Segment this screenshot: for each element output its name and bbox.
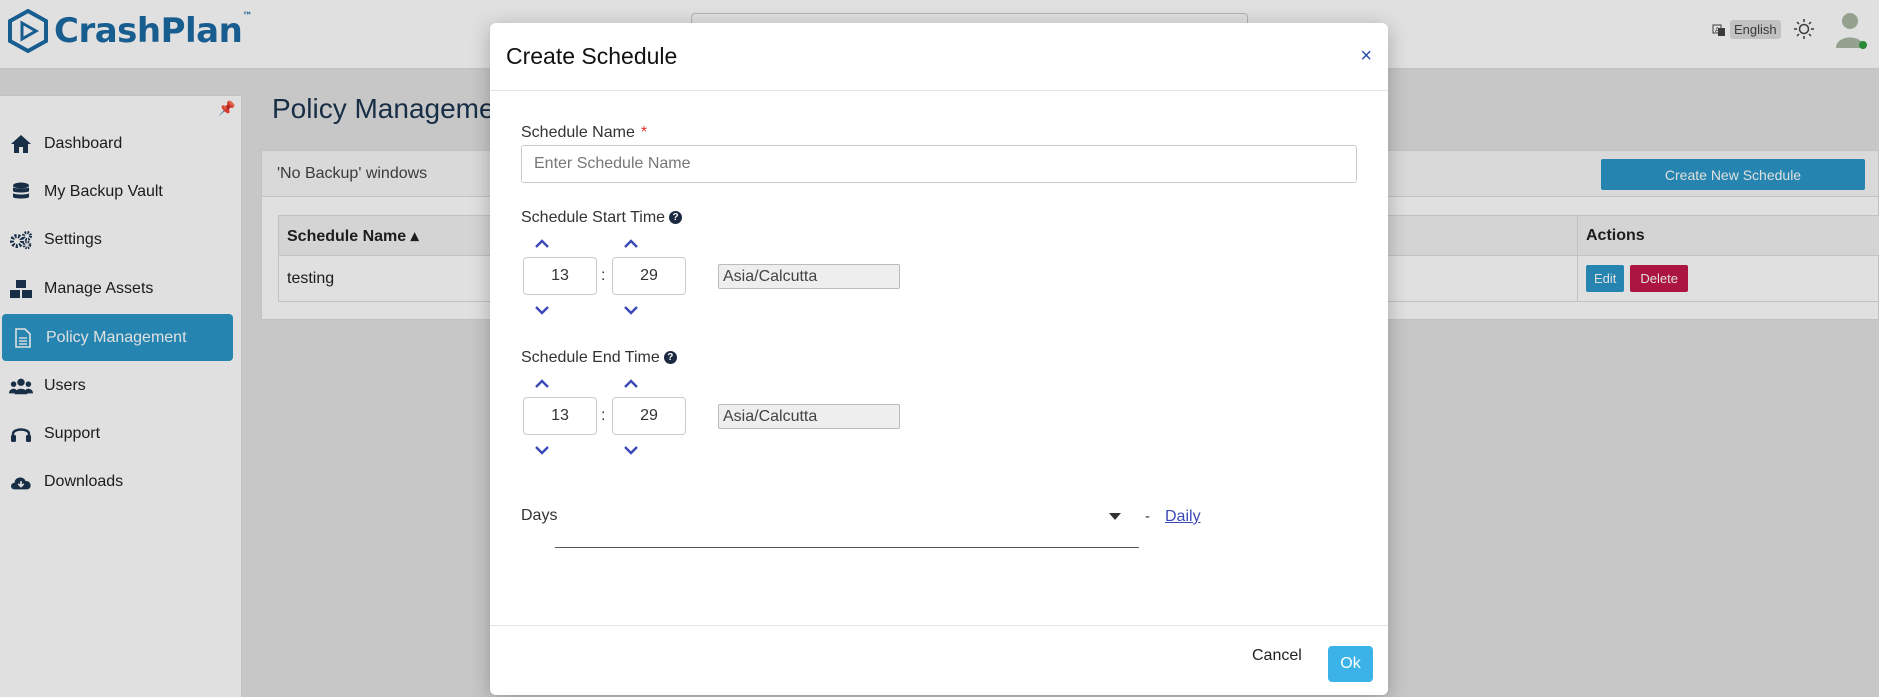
start-hour-down-chevron-icon[interactable]: [532, 303, 552, 317]
end-minute-down-chevron-icon[interactable]: [621, 443, 641, 457]
close-icon[interactable]: ×: [1360, 45, 1372, 68]
days-select-label[interactable]: Days: [521, 507, 557, 525]
help-icon[interactable]: ?: [663, 351, 677, 365]
end-timezone-field: Asia/Calcutta: [718, 404, 900, 429]
schedule-name-input[interactable]: [521, 145, 1357, 183]
end-minute-input[interactable]: 29: [612, 397, 686, 435]
start-minute-down-chevron-icon[interactable]: [621, 303, 641, 317]
start-minute-up-chevron-icon[interactable]: [621, 237, 641, 251]
days-select-underline: [555, 547, 1139, 548]
ok-button[interactable]: Ok: [1328, 646, 1373, 682]
daily-link[interactable]: Daily: [1165, 508, 1201, 526]
end-hour-down-chevron-icon[interactable]: [532, 443, 552, 457]
schedule-name-label: Schedule Name *: [521, 124, 648, 141]
cancel-button[interactable]: Cancel: [1252, 647, 1302, 665]
start-minute-input[interactable]: 29: [612, 257, 686, 295]
modal-header: Create Schedule ×: [490, 23, 1388, 91]
modal-footer: Cancel Ok: [490, 625, 1388, 695]
start-time-label: Schedule Start Time?: [521, 209, 683, 227]
end-time-label: Schedule End Time?: [521, 349, 677, 367]
help-icon[interactable]: ?: [669, 211, 683, 225]
modal-title: Create Schedule: [506, 43, 678, 69]
chevron-down-icon[interactable]: [1109, 513, 1121, 520]
create-schedule-modal: Create Schedule × Schedule Name* Schedul…: [490, 23, 1388, 695]
end-hour-input[interactable]: 13: [523, 397, 597, 435]
start-hour-up-chevron-icon[interactable]: [532, 237, 552, 251]
end-minute-up-chevron-icon[interactable]: [621, 377, 641, 391]
days-dash: -: [1145, 508, 1150, 525]
time-separator: :: [601, 267, 606, 284]
time-separator: :: [601, 407, 606, 424]
start-hour-input[interactable]: 13: [523, 257, 597, 295]
start-timezone-field: Asia/Calcutta: [718, 264, 900, 289]
end-hour-up-chevron-icon[interactable]: [532, 377, 552, 391]
required-asterisk: *: [640, 124, 648, 141]
